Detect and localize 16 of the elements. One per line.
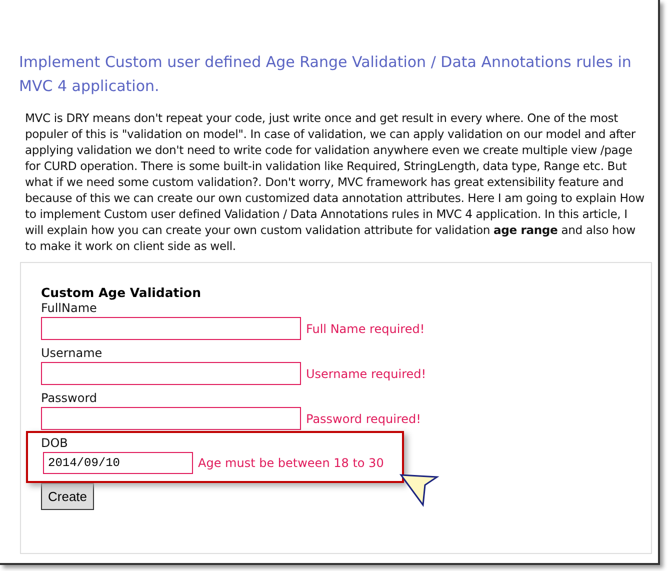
error-message: Age must be between 18 to 30 (198, 456, 384, 470)
field-label: DOB (41, 435, 68, 451)
error-message: Username required! (306, 366, 426, 380)
text-field[interactable] (41, 407, 301, 430)
text-field[interactable] (41, 362, 301, 385)
text-field[interactable] (41, 317, 301, 340)
create-button[interactable]: Create (41, 483, 94, 510)
error-message: Password required! (306, 412, 421, 426)
field-label: Username (41, 345, 102, 361)
field-label: FullName (41, 300, 97, 316)
field-label: Password (41, 390, 98, 406)
text-field[interactable]: 2014/09/10 (43, 452, 193, 474)
intro-paragraph: MVC is DRY means don't repeat your code, just write once and get result in every where. One of the most populer of this is "validation on model". In case of validation, we can apply validation on our model and after applying validation we don't need to write code for validation anywhere even we create multiple view /page for CURD operation. There is some built-in validation like Required, StringLength, data type, Range etc. But what if we need some custom validation?. Don't worry, MVC framework has great extensibility feature and because of this we can create our own customized data annotation attributes. Here I am going to explain How to implement Custom user defined Validation / Data Annotations rules in MVC 4 application. In this article, I will explain how you can create your own custom validation attribute for validation age range and also how to make it work on client side as well. (25, 110, 646, 254)
article-title: Implement Custom user defined Age Range Validation / Data Annotations rules in MVC 4 application. (19, 52, 632, 97)
form-heading: Custom Age Validation (41, 285, 202, 300)
error-message: Full Name required! (306, 322, 425, 336)
